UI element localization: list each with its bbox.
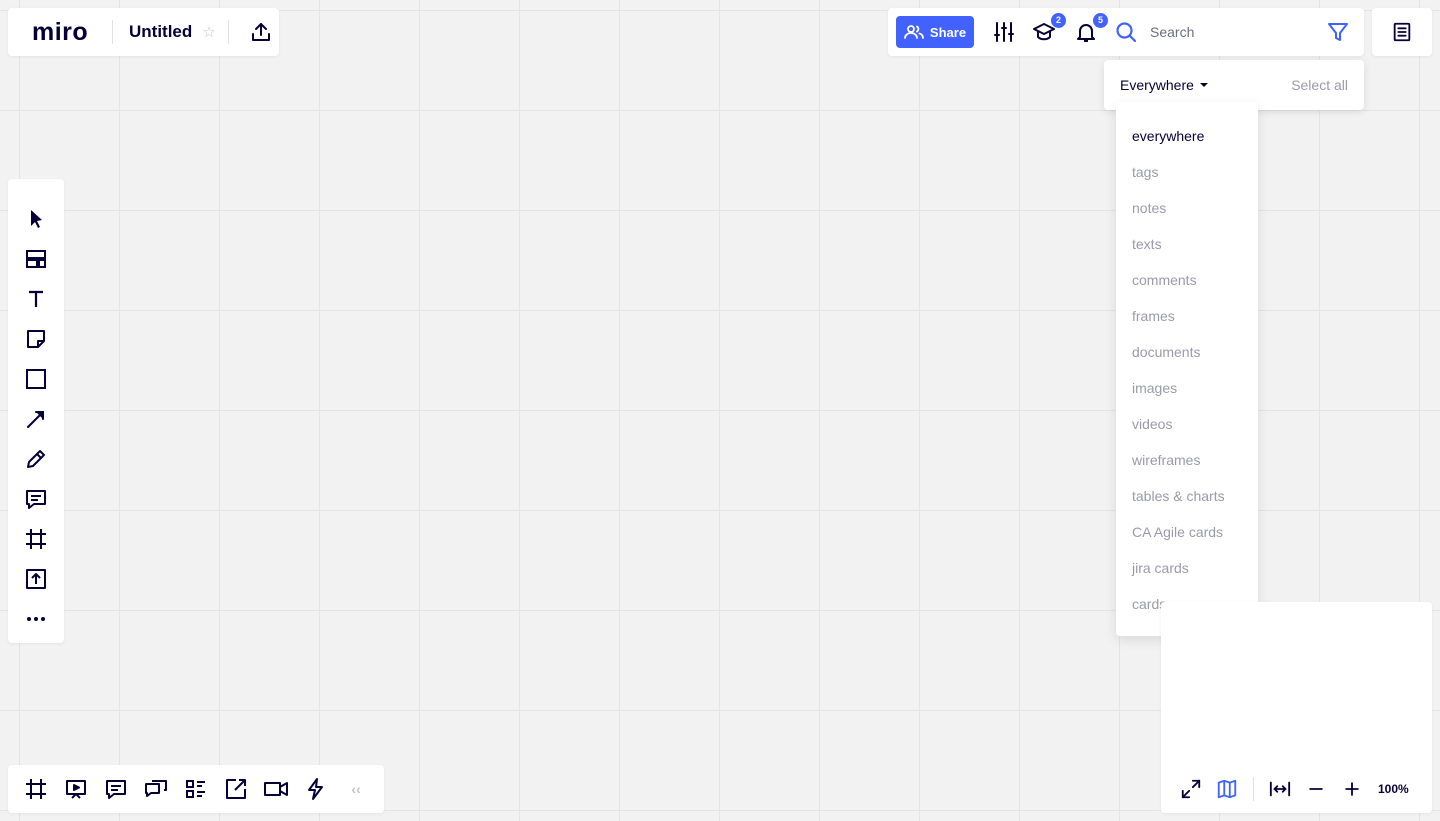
filter-scope-dropdown: everywhere tags notes texts comments fra…	[1116, 102, 1258, 636]
learning-badge: 2	[1051, 13, 1066, 28]
star-icon[interactable]: ☆	[202, 23, 215, 41]
settings-sliders-icon[interactable]	[992, 20, 1016, 44]
fit-to-screen-icon[interactable]	[1262, 771, 1298, 807]
connection-line-icon[interactable]	[16, 399, 56, 439]
collapse-toolbar-button[interactable]: ‹‹	[336, 769, 376, 809]
dropdown-item-ca-agile-cards[interactable]: CA Agile cards	[1116, 514, 1258, 550]
select-icon[interactable]	[16, 199, 56, 239]
miro-logo[interactable]: miro	[32, 20, 96, 45]
dropdown-item-jira-cards[interactable]: jira cards	[1116, 550, 1258, 586]
dropdown-item-notes[interactable]: notes	[1116, 190, 1258, 226]
dropdown-item-videos[interactable]: videos	[1116, 406, 1258, 442]
dropdown-item-wireframes[interactable]: wireframes	[1116, 442, 1258, 478]
learning-center-icon[interactable]: 2	[1032, 13, 1066, 44]
zoom-controls: 100%	[1161, 765, 1432, 813]
share-label: Share	[929, 24, 967, 40]
dropdown-item-everywhere[interactable]: everywhere	[1116, 118, 1258, 154]
filter-scope-select[interactable]: Everywhere	[1120, 77, 1208, 93]
filter-scope-label: Everywhere	[1120, 77, 1194, 93]
more-icon[interactable]	[16, 599, 56, 639]
sticky-note-icon[interactable]	[16, 319, 56, 359]
notifications-badge: 5	[1093, 13, 1108, 28]
search-icon[interactable]	[1114, 20, 1138, 44]
chat-icon[interactable]	[136, 769, 176, 809]
creation-toolbar	[8, 179, 64, 643]
document-icon	[1393, 22, 1411, 42]
top-right-toolbar: Share 2 5	[888, 8, 1364, 56]
video-call-icon[interactable]	[256, 769, 296, 809]
dropdown-item-documents[interactable]: documents	[1116, 334, 1258, 370]
filter-icon[interactable]	[1326, 20, 1350, 44]
fullscreen-icon[interactable]	[1173, 771, 1209, 807]
frames-icon[interactable]	[16, 769, 56, 809]
select-all-button[interactable]: Select all	[1291, 77, 1348, 93]
notifications-bell-icon[interactable]: 5	[1074, 13, 1108, 44]
comment-icon[interactable]	[16, 479, 56, 519]
collaboration-toolbar: ‹‹	[8, 765, 384, 813]
zoom-out-icon[interactable]	[1298, 771, 1334, 807]
board-notes-button[interactable]	[1372, 8, 1432, 56]
caret-down-icon	[1199, 83, 1208, 87]
export-icon[interactable]	[249, 20, 273, 44]
dropdown-item-tables-charts[interactable]: tables & charts	[1116, 478, 1258, 514]
activity-icon[interactable]	[296, 769, 336, 809]
minimap-panel: 100%	[1161, 602, 1432, 813]
screen-share-icon[interactable]	[216, 769, 256, 809]
dropdown-item-texts[interactable]: texts	[1116, 226, 1258, 262]
share-button[interactable]: Share	[896, 16, 974, 48]
text-icon[interactable]	[16, 279, 56, 319]
zoom-level[interactable]: 100%	[1378, 782, 1409, 796]
search-input[interactable]	[1150, 20, 1326, 44]
dropdown-item-frames[interactable]: frames	[1116, 298, 1258, 334]
presentation-icon[interactable]	[56, 769, 96, 809]
divider	[112, 20, 113, 44]
divider	[1253, 777, 1254, 801]
zoom-in-icon[interactable]	[1334, 771, 1370, 807]
board-title[interactable]: Untitled	[129, 22, 192, 42]
map-icon[interactable]	[1209, 771, 1245, 807]
shape-icon[interactable]	[16, 359, 56, 399]
templates-icon[interactable]	[16, 239, 56, 279]
comments-icon[interactable]	[96, 769, 136, 809]
dropdown-item-comments[interactable]: comments	[1116, 262, 1258, 298]
board-header: miro Untitled ☆	[8, 8, 279, 56]
upload-icon[interactable]	[16, 559, 56, 599]
divider	[227, 20, 229, 44]
frame-icon[interactable]	[16, 519, 56, 559]
dropdown-item-images[interactable]: images	[1116, 370, 1258, 406]
pen-icon[interactable]	[16, 439, 56, 479]
dropdown-item-tags[interactable]: tags	[1116, 154, 1258, 190]
card-list-icon[interactable]	[176, 769, 216, 809]
